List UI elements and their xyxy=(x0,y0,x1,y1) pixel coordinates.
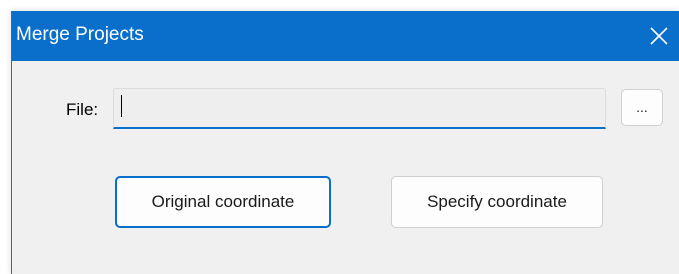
title-bar[interactable]: Merge Projects xyxy=(12,11,679,61)
merge-projects-dialog: Merge Projects File: ... Original coordi… xyxy=(11,11,679,274)
close-icon xyxy=(650,27,668,45)
file-label: File: xyxy=(66,100,99,119)
original-coordinate-button[interactable]: Original coordinate xyxy=(115,176,331,228)
browse-button[interactable]: ... xyxy=(621,89,663,126)
close-button[interactable] xyxy=(639,11,679,61)
file-path-input[interactable] xyxy=(113,88,606,129)
dialog-title: Merge Projects xyxy=(16,24,144,45)
screen: Merge Projects File: ... Original coordi… xyxy=(0,0,679,274)
text-caret xyxy=(121,95,122,117)
specify-coordinate-button[interactable]: Specify coordinate xyxy=(391,176,603,228)
